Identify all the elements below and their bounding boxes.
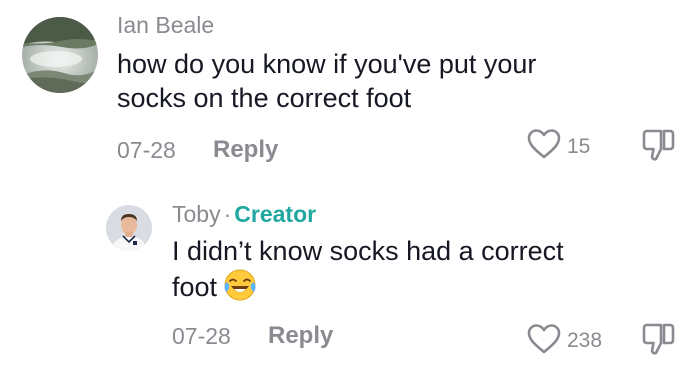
reply-text-line: I didn’t know socks had a correct bbox=[172, 236, 564, 266]
tears-of-joy-emoji-icon bbox=[223, 268, 257, 302]
reply-button[interactable]: Reply bbox=[213, 136, 278, 164]
reply-date: 07-28 bbox=[172, 323, 231, 349]
thumbs-down-outline-icon[interactable] bbox=[640, 128, 676, 162]
avatar[interactable] bbox=[22, 17, 98, 93]
creator-badge: Creator bbox=[234, 201, 317, 227]
avatar-person-image bbox=[106, 205, 152, 251]
reply-username[interactable]: Toby bbox=[172, 201, 221, 227]
comment-text-line: how do you know if you've put your bbox=[117, 49, 537, 79]
comment-text-line: socks on the correct foot bbox=[117, 83, 412, 113]
reply-button[interactable]: Reply bbox=[268, 322, 333, 350]
avatar[interactable] bbox=[106, 205, 152, 251]
thumbs-down-outline-icon[interactable] bbox=[640, 322, 676, 356]
separator-dot: · bbox=[223, 201, 232, 227]
reply-meta: Toby · Creator bbox=[172, 201, 316, 228]
heart-outline-icon[interactable] bbox=[526, 323, 562, 355]
reply-text-line: foot bbox=[172, 272, 218, 302]
reply-text-line-last: foot bbox=[172, 268, 692, 304]
heart-outline-icon[interactable] bbox=[526, 128, 562, 160]
comment-text: how do you know if you've put your socks… bbox=[117, 47, 677, 115]
like-count: 238 bbox=[567, 329, 603, 352]
comment-date: 07-28 bbox=[117, 137, 176, 163]
like-count: 15 bbox=[567, 135, 591, 158]
reply-text: I didn’t know socks had a correct foot bbox=[172, 234, 692, 304]
avatar-landscape-image bbox=[22, 17, 98, 93]
comment-username[interactable]: Ian Beale bbox=[117, 12, 214, 39]
